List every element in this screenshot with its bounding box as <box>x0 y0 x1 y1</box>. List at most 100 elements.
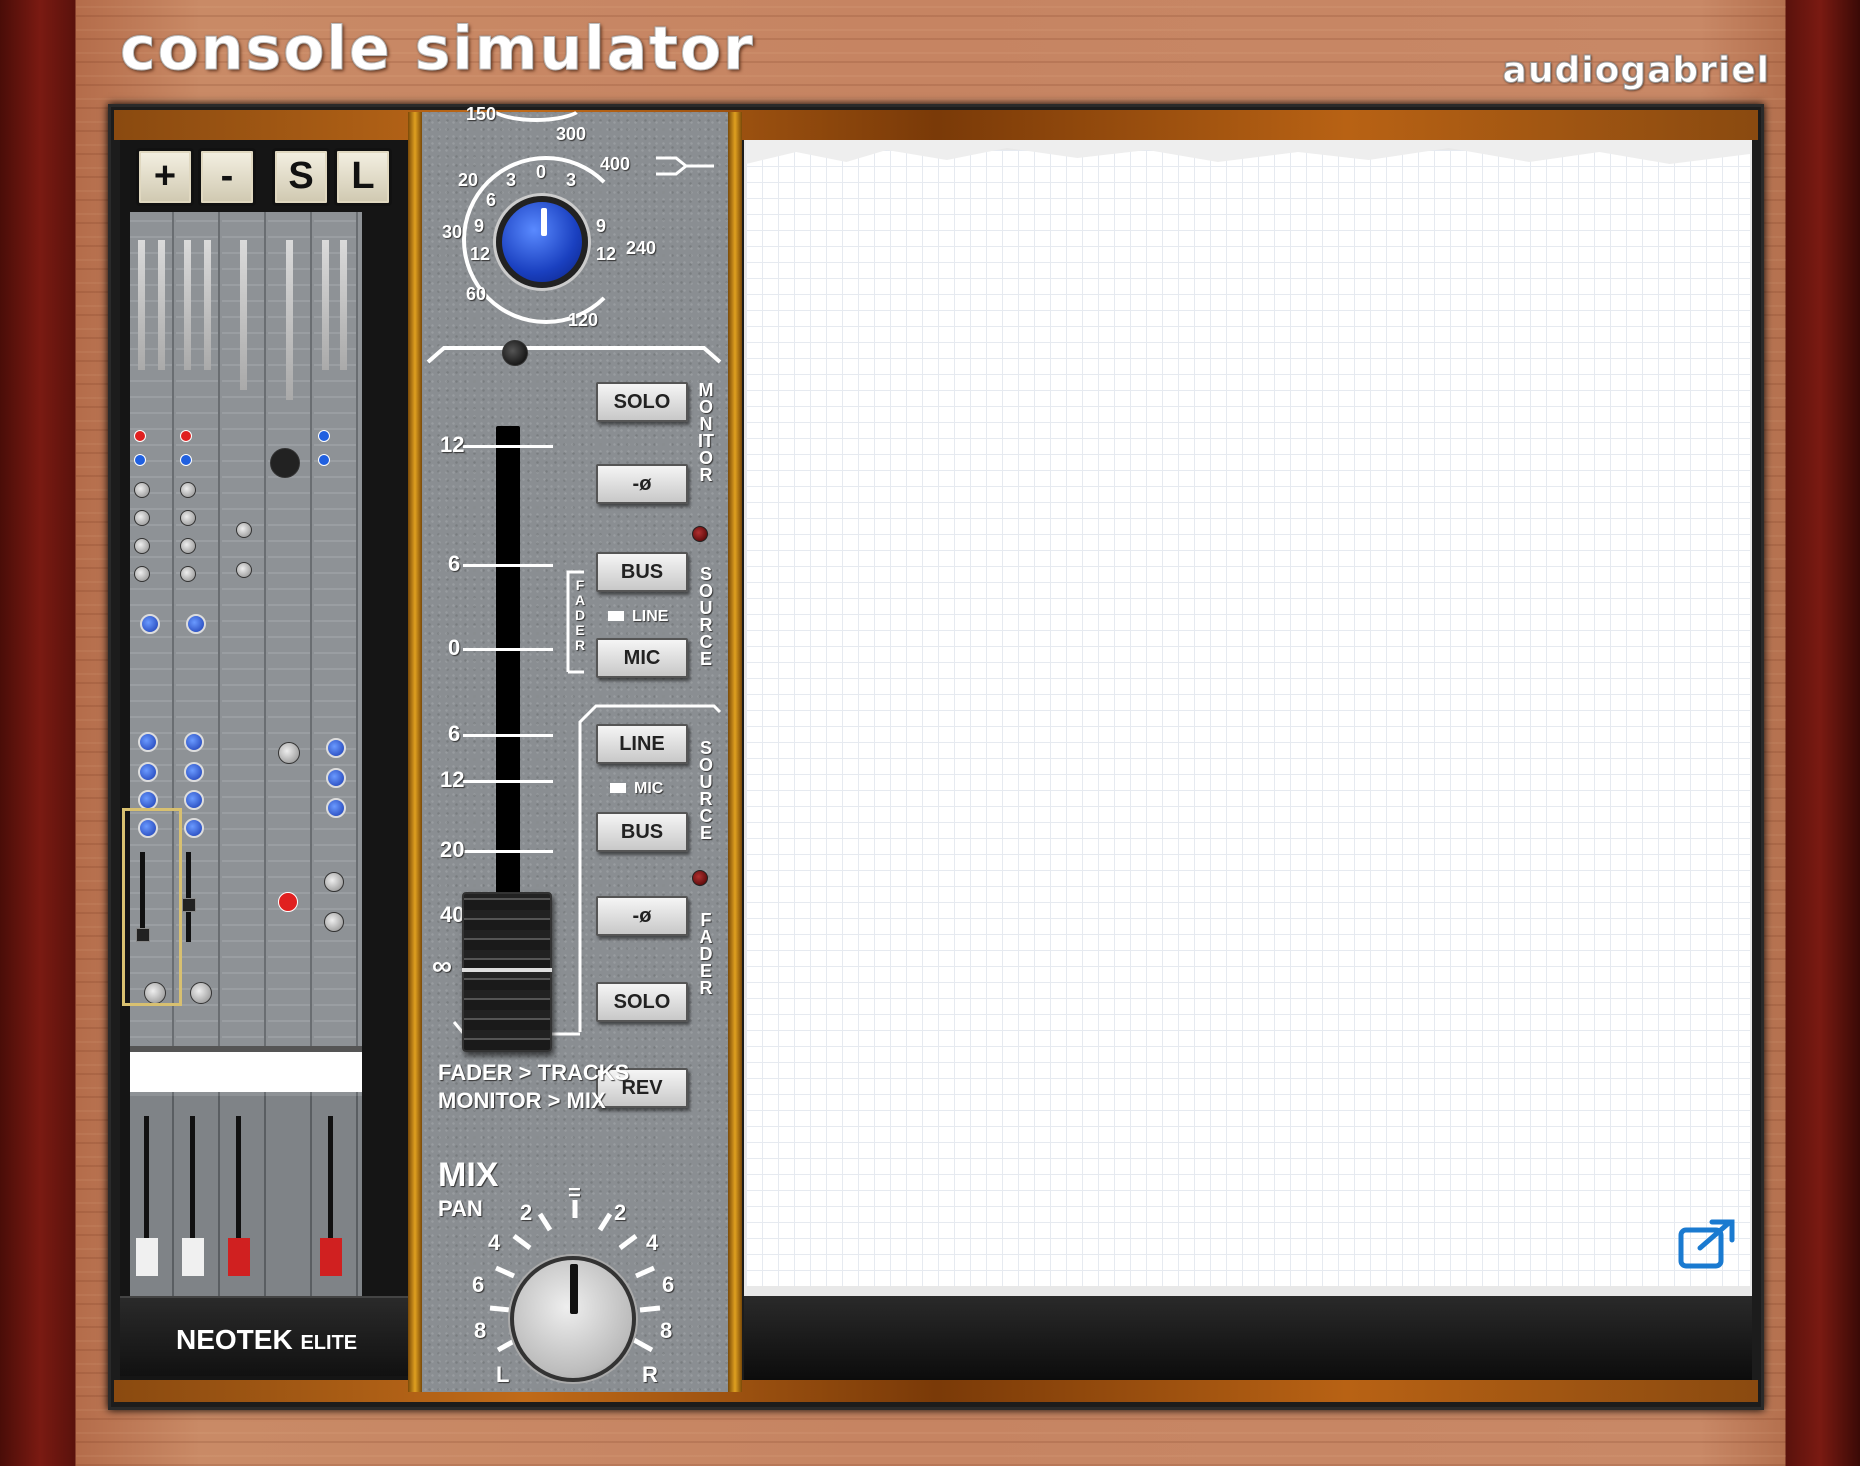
meter <box>340 240 347 370</box>
fader-scale-label: 12 <box>440 767 465 792</box>
monitor-phase-button[interactable]: -ø <box>596 464 688 504</box>
monitor-solo-button[interactable]: SOLO <box>596 382 688 422</box>
monitor-line-indicator: LINE <box>608 608 668 626</box>
remove-channel-button[interactable]: - <box>198 148 256 206</box>
trim-scale-label: 9 <box>474 216 485 236</box>
console-brand: NEOTEK <box>176 1324 293 1355</box>
track-fader[interactable] <box>176 1096 220 1296</box>
bottom-trim <box>114 1380 1758 1402</box>
track-fader[interactable] <box>222 1096 266 1296</box>
tracks-bus-button[interactable]: BUS <box>596 812 688 852</box>
knob[interactable] <box>180 538 196 554</box>
notes-bottom-bar <box>744 1296 1752 1380</box>
fader-cap[interactable] <box>182 1238 204 1276</box>
pan-knob[interactable] <box>190 982 212 1004</box>
save-button[interactable]: S <box>272 148 330 206</box>
knob[interactable] <box>326 798 346 818</box>
trim-scale-label: 300 <box>556 124 587 144</box>
tracks-solo-button[interactable]: SOLO <box>596 982 688 1022</box>
knob[interactable] <box>134 510 150 526</box>
led <box>318 454 330 466</box>
knob[interactable] <box>180 566 196 582</box>
fader-cap[interactable] <box>320 1238 342 1276</box>
trim-scale-label: 6 <box>486 190 497 210</box>
trim-knob[interactable] <box>140 614 160 634</box>
knob[interactable] <box>324 872 344 892</box>
pan-knob[interactable] <box>510 1256 636 1382</box>
trim-scale-label: 240 <box>626 238 657 258</box>
trim-scale-label: 12 <box>470 244 491 264</box>
tracks-line-button[interactable]: LINE <box>596 724 688 764</box>
channel-name-strip[interactable] <box>130 1046 362 1092</box>
fader-cap[interactable] <box>136 1238 158 1276</box>
knob[interactable] <box>134 482 150 498</box>
external-link-icon[interactable] <box>1678 1218 1736 1270</box>
routing-label-line1: FADER > TRACKS <box>438 1060 630 1085</box>
trim-scale-label: 20 <box>458 170 479 190</box>
fader-tick <box>463 564 553 567</box>
led <box>180 454 192 466</box>
fader-cap[interactable] <box>182 898 196 912</box>
knob[interactable] <box>184 762 204 782</box>
brand-logo: audiogabriel <box>1502 50 1770 92</box>
fader-tick <box>463 780 553 783</box>
add-channel-button[interactable]: + <box>136 148 194 206</box>
fader-scale-label: 6 <box>448 551 461 576</box>
knob[interactable] <box>324 912 344 932</box>
knob[interactable] <box>184 818 204 838</box>
fader[interactable] <box>186 852 191 942</box>
pan-scale-label: = <box>568 1180 581 1205</box>
knob[interactable] <box>138 762 158 782</box>
monitor-line-label: LINE <box>632 608 669 625</box>
routing-label-line2: MONITOR > MIX <box>438 1088 606 1113</box>
knob[interactable] <box>134 566 150 582</box>
trim-knob[interactable] <box>496 196 588 288</box>
track-fader[interactable] <box>130 1096 174 1296</box>
knob[interactable] <box>134 538 150 554</box>
meter <box>240 240 247 390</box>
trim-scale-label: 3 <box>566 170 577 190</box>
trim-scale-arc-top <box>486 86 586 122</box>
knob[interactable] <box>180 510 196 526</box>
meter <box>286 240 293 400</box>
monitor-bus-button[interactable]: BUS <box>596 552 688 592</box>
knob[interactable] <box>138 790 158 810</box>
console-name: NEOTEK ELITE <box>176 1324 357 1356</box>
pan-scale-label: 8 <box>474 1318 487 1343</box>
tracks-faders-minimap[interactable] <box>130 1096 362 1296</box>
monitor-clip-led <box>692 526 708 542</box>
fader-scale-label: 20 <box>440 837 465 862</box>
knob[interactable] <box>184 790 204 810</box>
knob[interactable] <box>278 892 298 912</box>
knob[interactable] <box>236 522 252 538</box>
tracks-phase-button[interactable]: -ø <box>596 896 688 936</box>
trim-scale-label: 60 <box>466 284 487 304</box>
knob[interactable] <box>278 742 300 764</box>
pan-scale-label: 6 <box>472 1272 485 1297</box>
knob[interactable] <box>326 768 346 788</box>
knob[interactable] <box>184 732 204 752</box>
knob[interactable] <box>326 738 346 758</box>
fader-tick <box>463 850 553 853</box>
trim-knob[interactable] <box>186 614 206 634</box>
pan-scale-label: L <box>496 1362 510 1387</box>
channel-fader-slot[interactable] <box>496 426 520 896</box>
knob[interactable] <box>138 732 158 752</box>
knob[interactable] <box>236 562 252 578</box>
meter <box>158 240 165 370</box>
xlr-socket-icon <box>270 448 300 478</box>
led <box>134 454 146 466</box>
led <box>318 430 330 442</box>
monitor-mic-button[interactable]: MIC <box>596 638 688 678</box>
knob[interactable] <box>180 482 196 498</box>
fader-cap[interactable] <box>228 1238 250 1276</box>
load-button[interactable]: L <box>334 148 392 206</box>
notes-paper[interactable] <box>746 150 1750 1286</box>
tracks-clip-led <box>692 870 708 886</box>
channel-fader-cap[interactable] <box>462 892 552 1052</box>
track-fader[interactable] <box>314 1096 358 1296</box>
track-fader[interactable] <box>268 1096 312 1296</box>
fader-top-screw <box>502 340 528 366</box>
trim-scale-label: 12 <box>596 244 617 264</box>
tracks-fader-vertical-label: FADER <box>699 910 713 998</box>
